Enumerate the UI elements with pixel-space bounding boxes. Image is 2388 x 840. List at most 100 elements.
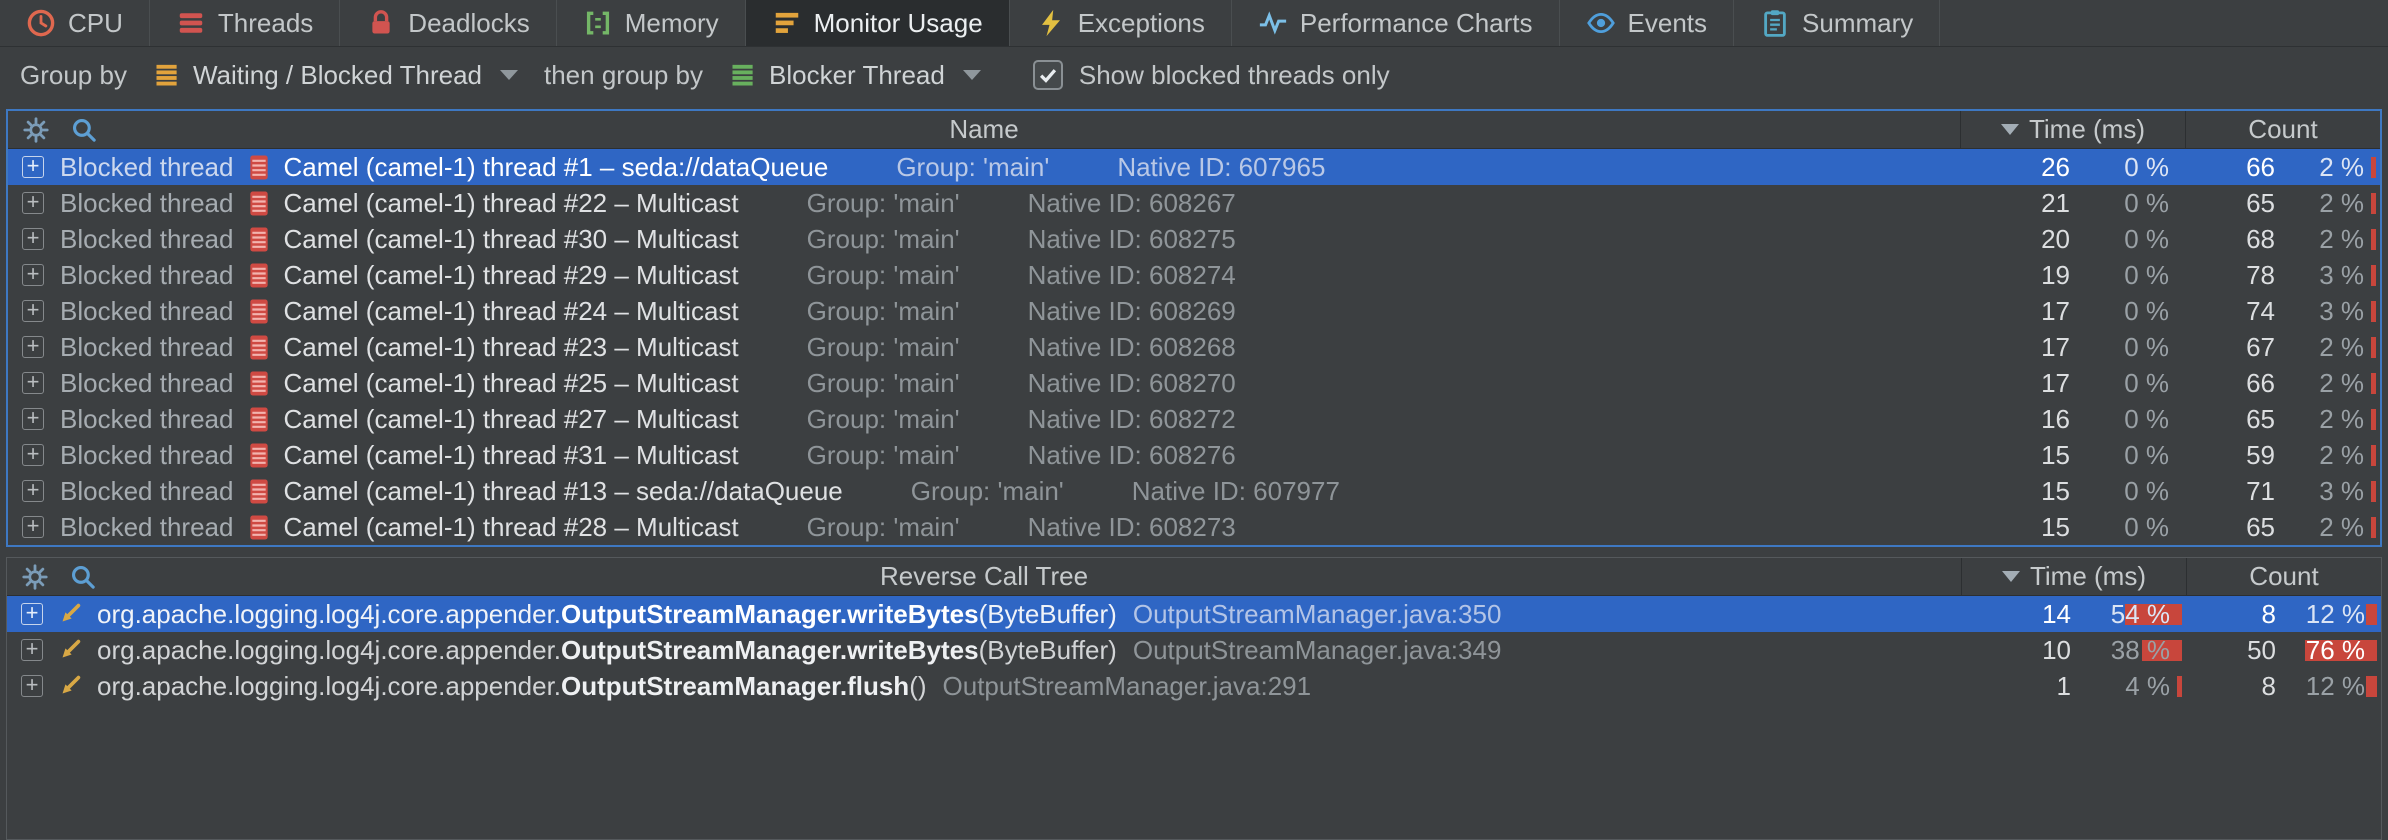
profiler-tab-bar: CPU Threads Deadlocks Memory Monitor Usa…	[0, 0, 2388, 47]
gear-icon[interactable]	[22, 116, 50, 144]
tab-performance-charts[interactable]: Performance Charts	[1232, 0, 1560, 46]
blocked-thread-icon	[249, 370, 269, 397]
blocker-thread-bars-icon	[729, 61, 757, 89]
blocked-thread-row[interactable]: Blocked thread Camel (camel-1) thread #3…	[8, 437, 2380, 473]
time-percent-text: 0 %	[2124, 296, 2169, 326]
blocked-thread-icon	[249, 226, 269, 253]
time-percent: 0 %	[2080, 260, 2185, 291]
search-icon[interactable]	[70, 116, 98, 144]
thread-group: Group: 'main'	[807, 404, 960, 435]
call-tree-row[interactable]: org.apache.logging.log4j.core.appender.O…	[7, 596, 2381, 632]
expand-toggle-icon[interactable]	[22, 444, 44, 466]
cpu-clock-icon	[26, 8, 56, 38]
chevron-down-icon	[963, 70, 981, 80]
blocked-thread-row[interactable]: Blocked thread Camel (camel-1) thread #1…	[8, 149, 2380, 185]
count-value: 65	[2185, 404, 2285, 435]
thread-name: Camel (camel-1) thread #23 – Multicast	[283, 332, 738, 363]
blocked-thread-row[interactable]: Blocked thread Camel (camel-1) thread #1…	[8, 473, 2380, 509]
count-percent-text: 12 %	[2306, 671, 2365, 701]
show-blocked-only-checkbox[interactable]	[1033, 60, 1063, 90]
group-by-label: Group by	[20, 60, 127, 91]
expand-toggle-icon[interactable]	[22, 336, 44, 358]
show-blocked-only-option: Show blocked threads only	[1033, 60, 1390, 91]
expand-toggle-icon[interactable]	[22, 408, 44, 430]
source-location: OutputStreamManager.java:349	[1133, 635, 1502, 666]
expand-toggle-icon[interactable]	[22, 480, 44, 502]
tab-memory[interactable]: Memory	[557, 0, 746, 46]
expand-toggle-icon[interactable]	[22, 300, 44, 322]
expand-toggle-icon[interactable]	[22, 372, 44, 394]
clipboard-icon	[1760, 8, 1790, 38]
thread-type-label: Blocked thread	[60, 152, 233, 183]
thread-type-label: Blocked thread	[60, 404, 233, 435]
thread-name: Camel (camel-1) thread #24 – Multicast	[283, 296, 738, 327]
blocked-thread-row[interactable]: Blocked thread Camel (camel-1) thread #2…	[8, 293, 2380, 329]
count-column-header[interactable]: Count	[2186, 558, 2381, 595]
expand-toggle-icon[interactable]	[22, 264, 44, 286]
blocked-thread-icon	[249, 190, 269, 217]
count-percent-text: 2 %	[2319, 224, 2364, 254]
count-percent: 2 %	[2285, 152, 2380, 183]
tab-threads[interactable]: Threads	[150, 0, 340, 46]
blocked-thread-icon	[249, 298, 269, 325]
name-header-label: Name	[949, 114, 1018, 145]
blocked-thread-row[interactable]: Blocked thread Camel (camel-1) thread #2…	[8, 329, 2380, 365]
blocked-thread-row[interactable]: Blocked thread Camel (camel-1) thread #2…	[8, 509, 2380, 545]
time-percent-text: 0 %	[2124, 404, 2169, 434]
blocked-thread-row[interactable]: Blocked thread Camel (camel-1) thread #2…	[8, 401, 2380, 437]
tab-cpu[interactable]: CPU	[0, 0, 150, 46]
heat-bar	[2371, 517, 2376, 538]
thread-native-id: Native ID: 608276	[1028, 440, 1236, 471]
count-percent-text: 2 %	[2319, 512, 2364, 542]
method-name-cell: org.apache.logging.log4j.core.appender.O…	[7, 671, 1961, 702]
search-icon[interactable]	[69, 563, 97, 591]
thread-group: Group: 'main'	[911, 476, 1064, 507]
blocked-thread-row[interactable]: Blocked thread Camel (camel-1) thread #2…	[8, 257, 2380, 293]
blocked-thread-row[interactable]: Blocked thread Camel (camel-1) thread #2…	[8, 185, 2380, 221]
tab-monitor-usage[interactable]: Monitor Usage	[746, 0, 1010, 46]
time-percent: 0 %	[2080, 296, 2185, 327]
tab-events[interactable]: Events	[1560, 0, 1735, 46]
time-column-header[interactable]: Time (ms)	[1960, 111, 2185, 148]
eye-icon	[1586, 8, 1616, 38]
count-percent-text: 2 %	[2319, 404, 2364, 434]
heat-bar	[2371, 373, 2376, 394]
name-column-header[interactable]: Name	[8, 111, 1960, 148]
expand-toggle-icon[interactable]	[22, 228, 44, 250]
count-column-header[interactable]: Count	[2185, 111, 2380, 148]
blocked-thread-icon	[249, 514, 269, 541]
tab-summary[interactable]: Summary	[1734, 0, 1940, 46]
reverse-call-tree-panel: Reverse Call Tree Time (ms) Count org.ap…	[6, 557, 2382, 840]
time-header-label: Time (ms)	[2030, 561, 2146, 592]
heat-bar	[2177, 676, 2182, 697]
method-name-cell: org.apache.logging.log4j.core.appender.O…	[7, 599, 1961, 630]
expand-toggle-icon[interactable]	[21, 603, 43, 625]
count-value: 67	[2185, 332, 2285, 363]
thread-name-cell: Blocked thread Camel (camel-1) thread #2…	[8, 188, 1960, 219]
tab-deadlocks[interactable]: Deadlocks	[340, 0, 556, 46]
expand-toggle-icon[interactable]	[22, 516, 44, 538]
call-tree-title-header[interactable]: Reverse Call Tree	[7, 558, 1961, 595]
primary-grouping-combo[interactable]: Waiting / Blocked Thread	[145, 56, 526, 95]
blocked-thread-row[interactable]: Blocked thread Camel (camel-1) thread #3…	[8, 221, 2380, 257]
secondary-grouping-combo[interactable]: Blocker Thread	[721, 56, 989, 95]
thread-name: Camel (camel-1) thread #31 – Multicast	[283, 440, 738, 471]
blocked-thread-icon	[249, 154, 269, 181]
call-tree-row[interactable]: org.apache.logging.log4j.core.appender.O…	[7, 632, 2381, 668]
blocked-thread-icon	[249, 334, 269, 361]
count-percent: 2 %	[2285, 224, 2380, 255]
tab-exceptions[interactable]: Exceptions	[1010, 0, 1232, 46]
method-icon	[57, 601, 83, 627]
time-value: 16	[1960, 404, 2080, 435]
time-column-header[interactable]: Time (ms)	[1961, 558, 2186, 595]
time-percent: 0 %	[2080, 152, 2185, 183]
method-name: OutputStreamManager.writeBytes	[561, 635, 979, 666]
expand-toggle-icon[interactable]	[22, 192, 44, 214]
call-tree-row[interactable]: org.apache.logging.log4j.core.appender.O…	[7, 668, 2381, 704]
gear-icon[interactable]	[21, 563, 49, 591]
time-value: 20	[1960, 224, 2080, 255]
expand-toggle-icon[interactable]	[21, 639, 43, 661]
expand-toggle-icon[interactable]	[21, 675, 43, 697]
expand-toggle-icon[interactable]	[22, 156, 44, 178]
blocked-thread-row[interactable]: Blocked thread Camel (camel-1) thread #2…	[8, 365, 2380, 401]
